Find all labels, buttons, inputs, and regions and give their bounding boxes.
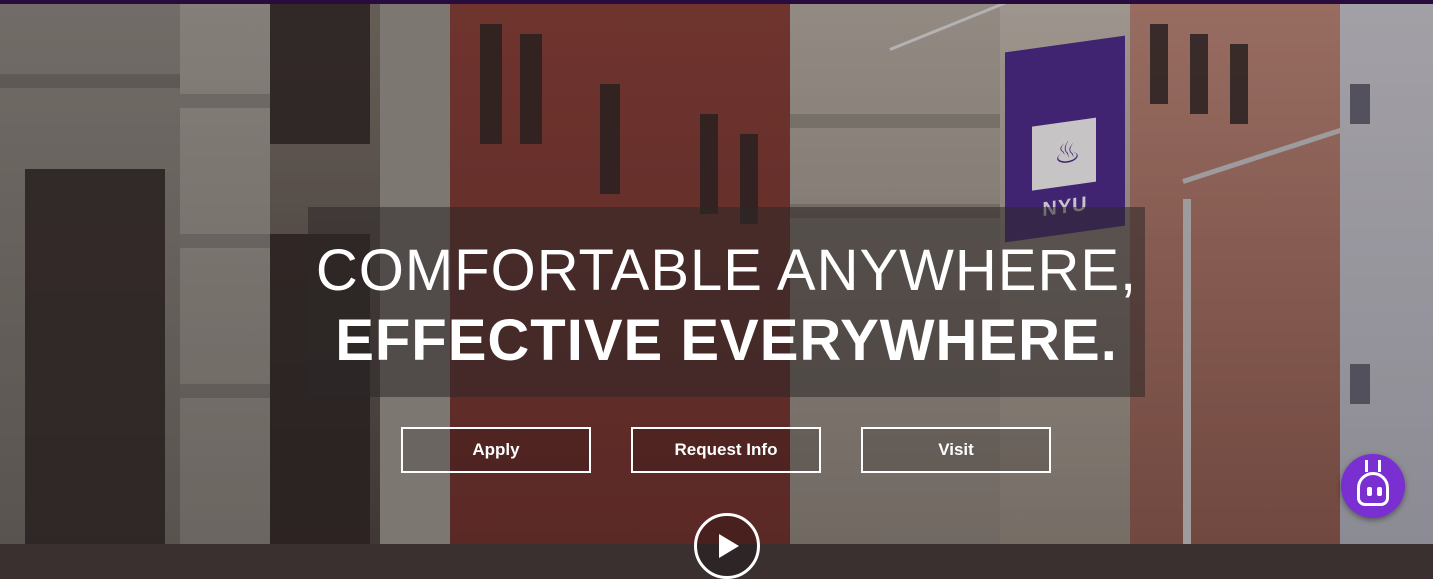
apply-button[interactable]: Apply (401, 427, 591, 473)
headline-panel: COMFORTABLE ANYWHERE, EFFECTIVE EVERYWHE… (308, 207, 1145, 397)
chatbot-antenna (1365, 460, 1381, 472)
chatbot-button[interactable] (1341, 454, 1405, 518)
play-icon (719, 534, 739, 558)
visit-button[interactable]: Visit (861, 427, 1051, 473)
headline-line-2: EFFECTIVE EVERYWHERE. (335, 308, 1118, 373)
request-info-button[interactable]: Request Info (631, 427, 821, 473)
play-video-button[interactable] (694, 513, 760, 579)
chatbot-eye-left (1367, 487, 1372, 496)
headline-line-1: COMFORTABLE ANYWHERE, (315, 238, 1138, 303)
chatbot-eye-right (1377, 487, 1382, 496)
chatbot-icon (1357, 472, 1389, 506)
